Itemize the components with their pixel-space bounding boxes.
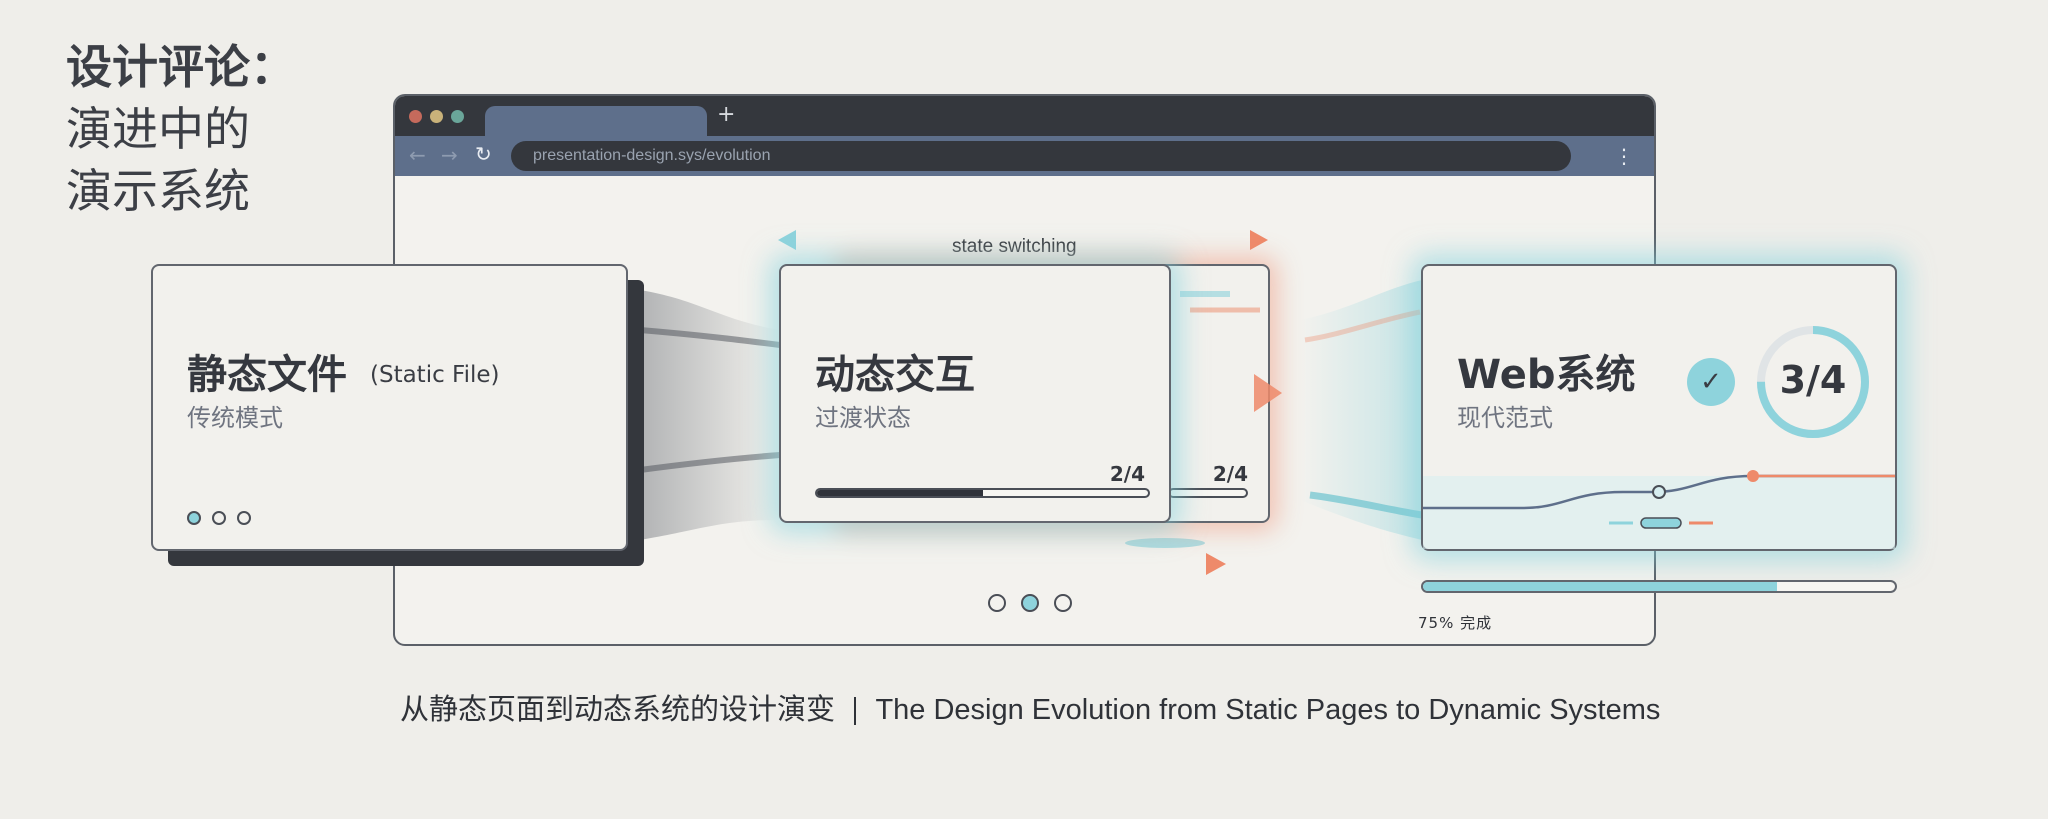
state-switching-label: state switching bbox=[952, 236, 1077, 257]
dot-indicator bbox=[187, 511, 201, 525]
dynamic-card-title: 动态交互 bbox=[815, 352, 975, 398]
static-card-subtitle: 传统模式 bbox=[187, 404, 283, 432]
web-progress-label: 75% 完成 bbox=[1418, 614, 1493, 632]
progress-ring-label: 3/4 bbox=[1779, 358, 1847, 402]
static-file-card[interactable]: 静态文件 (Static File) 传统模式 bbox=[151, 264, 628, 551]
dynamic-card-subtitle: 过渡状态 bbox=[815, 404, 911, 432]
caption-divider bbox=[854, 697, 857, 725]
dot-indicator bbox=[212, 511, 227, 525]
timeline-graphic bbox=[1423, 470, 1895, 549]
dynamic-progress-bar bbox=[815, 488, 1150, 498]
web-card-title: Web系统 bbox=[1457, 352, 1636, 398]
static-card-title: 静态文件 bbox=[187, 352, 347, 398]
dot-indicator bbox=[237, 511, 252, 525]
caption-en: The Design Evolution from Static Pages t… bbox=[875, 694, 1661, 726]
pager-dot[interactable] bbox=[1054, 594, 1073, 612]
pager-dots bbox=[988, 594, 1082, 616]
web-system-card[interactable]: Web系统 现代范式 ✓ 3/4 bbox=[1421, 264, 1897, 551]
dynamic-progress-fill bbox=[817, 490, 983, 496]
mid-arrows bbox=[1170, 291, 1282, 412]
grey-stream bbox=[640, 290, 780, 540]
dynamic-interaction-card[interactable]: 动态交互 过渡状态 2/4 bbox=[779, 264, 1171, 523]
static-card-dots bbox=[187, 510, 252, 529]
web-progress-bar bbox=[1421, 580, 1897, 593]
web-progress-fill bbox=[1423, 582, 1777, 591]
pager-dot[interactable] bbox=[1021, 594, 1040, 612]
web-card-subtitle: 现代范式 bbox=[1457, 404, 1553, 432]
dynamic-card-counter: 2/4 bbox=[1109, 462, 1145, 486]
pager-dot[interactable] bbox=[988, 594, 1006, 612]
caption-zh: 从静态页面到动态系统的设计演变 bbox=[400, 692, 836, 726]
caption: 从静态页面到动态系统的设计演变 The Design Evolution fro… bbox=[400, 686, 1660, 728]
check-icon: ✓ bbox=[1687, 358, 1735, 406]
static-card-title-en: (Static File) bbox=[370, 362, 500, 388]
